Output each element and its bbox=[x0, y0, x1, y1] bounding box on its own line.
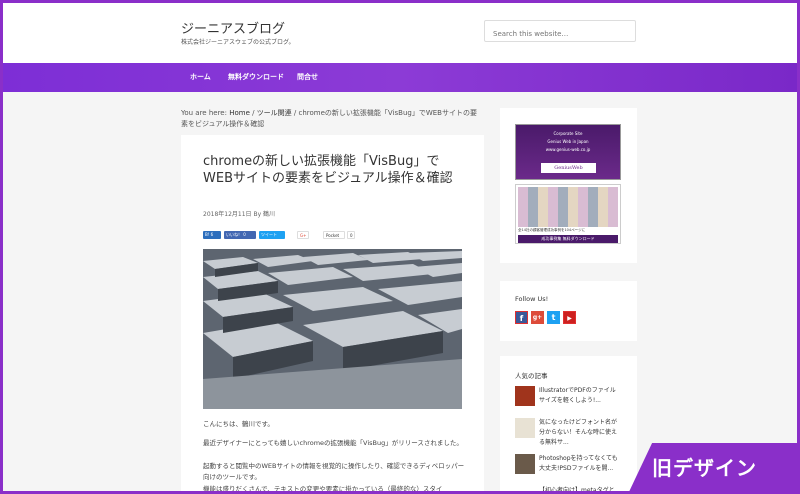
twitter-icon[interactable]: t bbox=[547, 311, 560, 324]
breadcrumb-prefix: You are here: bbox=[181, 109, 230, 117]
case-study-banner[interactable]: 全14社の顧客管理成功事例を104ページに 成功事例集 無料ダウンロード bbox=[515, 184, 621, 244]
popular-post-item[interactable]: Photoshopを持ってなくても大丈夫!PSDファイルを開... bbox=[515, 454, 635, 478]
popular-post-title[interactable]: IllustratorでPDFのファイルサイズを軽くしよう!... bbox=[539, 386, 619, 406]
youtube-icon[interactable]: ▶ bbox=[563, 311, 576, 324]
banner-line: Genius Web in Japan bbox=[547, 139, 589, 144]
banner-line: Corporate Site bbox=[553, 131, 583, 136]
download-button[interactable]: 成功事例集 無料ダウンロード bbox=[518, 235, 618, 243]
post-image bbox=[203, 249, 462, 409]
breadcrumb-home[interactable]: Home bbox=[229, 109, 250, 117]
banner-caption: 全14社の顧客管理成功事例を104ページに bbox=[518, 228, 586, 232]
nav-item-download[interactable]: 無料ダウンロード bbox=[228, 72, 284, 82]
corporate-site-banner[interactable]: Corporate Site Genius Web in Japan www.g… bbox=[515, 124, 621, 180]
post-paragraph: 機能は盛りだくさんで、テキストの変更や要素に掛かっている（最終的な）スタイ bbox=[203, 485, 443, 493]
nav-item-contact[interactable]: 問合せ bbox=[297, 72, 318, 82]
post-paragraph: 起動すると閲覧中のWEBサイトの情報を視覚的に操作したり、確認できるディベロッパ… bbox=[203, 462, 465, 481]
site-title[interactable]: ジーニアスブログ bbox=[181, 18, 285, 37]
hatena-button[interactable]: B! 6 bbox=[203, 231, 221, 239]
main-nav: ホーム 無料ダウンロード 問合せ bbox=[0, 63, 800, 92]
sidebar-banners-widget: Corporate Site Genius Web in Japan www.g… bbox=[500, 108, 637, 263]
old-design-label: 旧デザイン bbox=[652, 456, 757, 480]
breadcrumb: You are here: Home / ツール関連 / chromeの新しい拡… bbox=[181, 108, 483, 130]
geniusweb-logo: GeniusWeb bbox=[541, 163, 596, 173]
site-description: 株式会社ジーニアスウェブの公式ブログ。 bbox=[181, 39, 295, 46]
popular-title: 人気の記事 bbox=[515, 372, 548, 380]
popular-post-item[interactable]: 気になったけどフォント名が分からない！そんな時に使える無料サ... bbox=[515, 418, 635, 446]
post-paragraph: こんにちは、鶴川です。 bbox=[203, 420, 274, 428]
pocket-button[interactable]: Pocket bbox=[323, 231, 345, 239]
post-meta: 2018年12月11日 By 鶴川 bbox=[203, 211, 276, 218]
popular-post-title[interactable]: Photoshopを持ってなくても大丈夫!PSDファイルを開... bbox=[539, 454, 619, 474]
popular-post-title[interactable]: 気になったけどフォント名が分からない！そんな時に使える無料サ... bbox=[539, 418, 619, 448]
popular-posts-widget: 人気の記事 IllustratorでPDFのファイルサイズを軽くしよう!... … bbox=[500, 356, 637, 494]
breadcrumb-sep: / bbox=[249, 109, 257, 117]
popular-post-title[interactable]: 【初心者向け】metaタグと bbox=[539, 486, 619, 494]
post-paragraph: 最近デザイナーにとっても嬉しいchromeの拡張機能「VisBug」がリリースさ… bbox=[203, 439, 463, 447]
tweet-button[interactable]: ツイート bbox=[259, 231, 285, 239]
follow-title: Follow Us! bbox=[515, 295, 549, 303]
post-thumbnail bbox=[515, 386, 535, 406]
breadcrumb-category[interactable]: ツール関連 bbox=[257, 109, 292, 117]
post-thumbnail bbox=[515, 418, 535, 438]
post-entry: chromeの新しい拡張機能「VisBug」でWEBサイトの要素をビジュアル操作… bbox=[181, 135, 484, 494]
facebook-like-button[interactable]: いいね！ 0 bbox=[224, 231, 256, 239]
nav-item-home[interactable]: ホーム bbox=[190, 72, 211, 82]
popular-post-item[interactable]: IllustratorでPDFのファイルサイズを軽くしよう!... bbox=[515, 386, 635, 410]
post-title: chromeの新しい拡張機能「VisBug」でWEBサイトの要素をビジュアル操作… bbox=[203, 154, 453, 186]
search-input[interactable] bbox=[485, 24, 635, 44]
banner-thumbnails bbox=[518, 187, 618, 227]
follow-widget: Follow Us! f g+ t ▶ bbox=[500, 281, 637, 341]
search-box[interactable] bbox=[484, 20, 636, 44]
google-plus-button[interactable]: G+ bbox=[297, 231, 309, 239]
site-header: ジーニアスブログ 株式会社ジーニアスウェブの公式ブログ。 bbox=[0, 0, 800, 63]
pocket-count: 0 bbox=[347, 231, 355, 239]
post-thumbnail bbox=[515, 454, 535, 474]
breadcrumb-sep: / bbox=[291, 109, 299, 117]
banner-line: www.genius-web.co.jp bbox=[545, 147, 591, 152]
google-plus-icon[interactable]: g+ bbox=[531, 311, 544, 324]
facebook-icon[interactable]: f bbox=[515, 311, 528, 324]
